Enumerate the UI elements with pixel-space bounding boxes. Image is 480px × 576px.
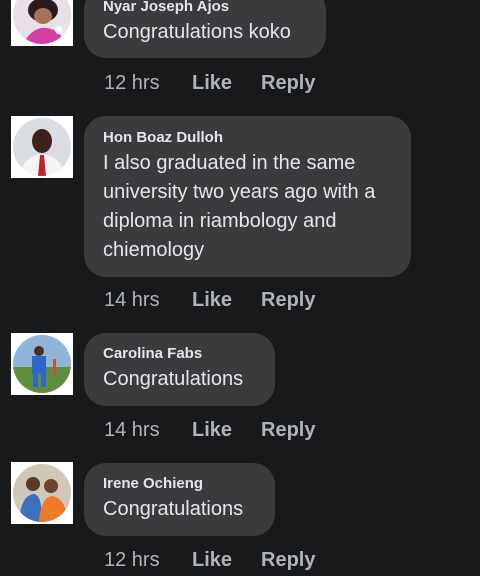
comment-bubble: Irene Ochieng Congratulations [84,463,275,536]
comment-text: Congratulations koko [103,21,291,43]
like-button[interactable]: Like [192,417,232,443]
comment-timestamp[interactable]: 12 hrs [104,70,160,96]
comment-timestamp[interactable]: 14 hrs [104,287,160,313]
comment-author[interactable]: Carolina Fabs [103,345,255,363]
comment-author[interactable]: Irene Ochieng [103,475,255,493]
comment-bubble: Carolina Fabs Congratulations [84,333,275,406]
comment-text: I also graduated in the same university … [103,152,376,261]
avatar[interactable] [11,462,73,524]
comment-bubble: Nyar Joseph Ajos Congratulations koko [84,0,326,58]
reply-button[interactable]: Reply [261,287,315,313]
comment-timestamp[interactable]: 14 hrs [104,417,160,443]
like-button[interactable]: Like [192,287,232,313]
reply-button[interactable]: Reply [261,417,315,443]
reply-button[interactable]: Reply [261,70,315,96]
comment-timestamp[interactable]: 12 hrs [104,547,160,573]
like-button[interactable]: Like [192,70,232,96]
comment-text: Congratulations [103,498,244,520]
comment-author[interactable]: Nyar Joseph Ajos [103,0,306,16]
comment-bubble: Hon Boaz Dulloh I also graduated in the … [84,116,411,277]
avatar[interactable] [11,333,73,395]
avatar[interactable] [11,116,73,178]
comment-text: Congratulations [103,368,244,390]
reply-button[interactable]: Reply [261,547,315,573]
like-button[interactable]: Like [192,547,232,573]
avatar[interactable] [11,0,73,46]
comment-author[interactable]: Hon Boaz Dulloh [103,129,391,147]
